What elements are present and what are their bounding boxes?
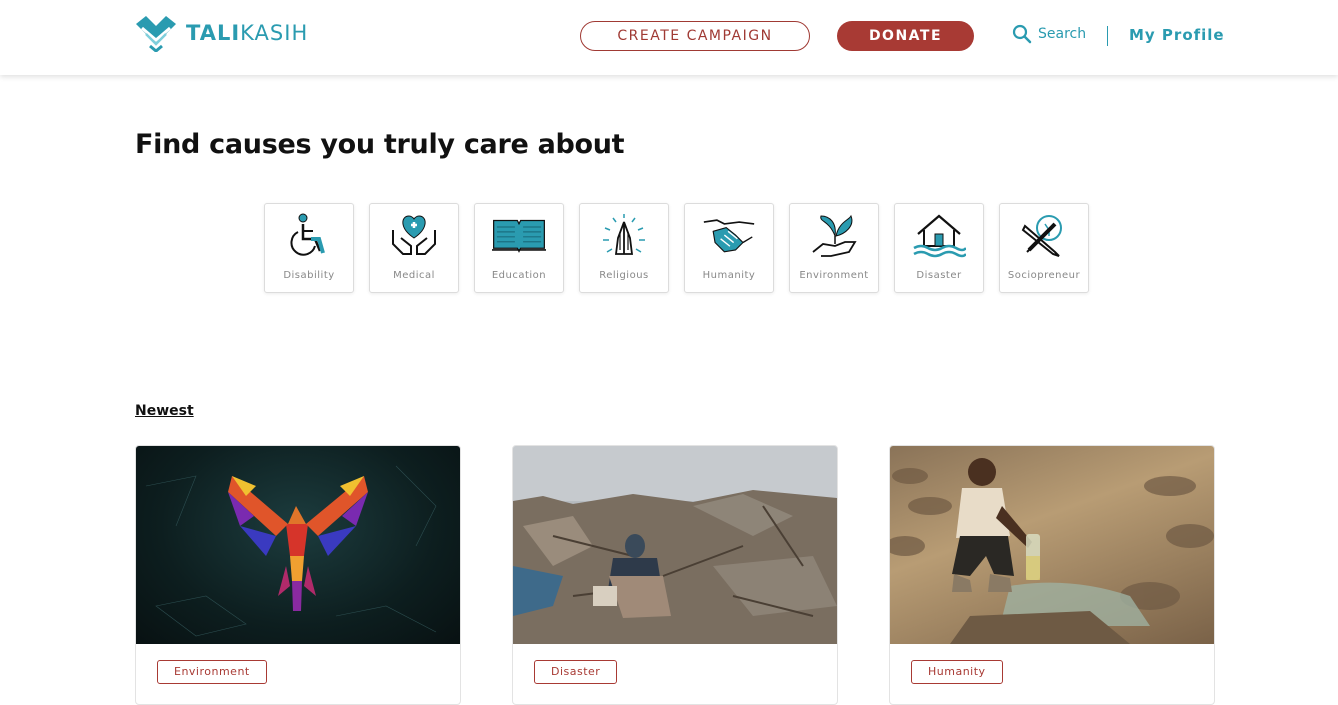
earthquake-rubble-photo — [513, 446, 837, 644]
category-sociopreneur[interactable]: Sociopreneur — [999, 203, 1089, 293]
category-label: Environment — [799, 270, 869, 281]
category-label: Education — [491, 270, 547, 281]
category-label: Sociopreneur — [1007, 270, 1081, 281]
open-book-icon — [492, 219, 546, 253]
nav-divider — [1107, 26, 1108, 46]
flooded-house-icon — [913, 214, 966, 258]
create-campaign-button[interactable]: CREATE CAMPAIGN — [580, 21, 810, 51]
parrot-artwork-image — [145, 465, 437, 637]
plant-hand-icon — [812, 214, 857, 257]
campaign-image-parrot — [136, 446, 460, 644]
pencil-bulb-icon — [1021, 215, 1062, 257]
category-disability[interactable]: Disability — [264, 203, 354, 293]
heart-hands-icon — [392, 215, 436, 255]
campaign-image-disaster — [513, 446, 837, 644]
category-list: Disability Medical Education Religious H… — [264, 203, 1089, 293]
campaign-category-tag: Environment — [157, 660, 267, 684]
search-link[interactable]: Search — [1012, 24, 1086, 44]
category-education[interactable]: Education — [474, 203, 564, 293]
campaign-category-tag: Humanity — [911, 660, 1003, 684]
newest-section-link[interactable]: Newest — [135, 403, 194, 419]
category-label: Medical — [393, 270, 435, 281]
campaign-card[interactable]: Environment — [135, 445, 461, 705]
category-religious[interactable]: Religious — [579, 203, 669, 293]
donate-button[interactable]: DONATE — [837, 21, 974, 51]
category-medical[interactable]: Medical — [369, 203, 459, 293]
talikasih-logo[interactable]: TALIKASIH — [134, 14, 308, 52]
category-label: Disaster — [916, 270, 962, 281]
campaign-card[interactable]: Humanity — [889, 445, 1215, 705]
category-environment[interactable]: Environment — [789, 203, 879, 293]
child-water-photo — [890, 458, 1214, 644]
category-humanity[interactable]: Humanity — [684, 203, 774, 293]
category-label: Humanity — [702, 270, 756, 281]
logo-wordmark: TALIKASIH — [186, 21, 309, 45]
category-label: Religious — [599, 270, 649, 281]
search-label: Search — [1038, 26, 1087, 42]
campaign-card-list: Environment Disaster Humanity — [135, 445, 1215, 705]
campaign-card[interactable]: Disaster — [512, 445, 838, 705]
handshake-icon — [703, 219, 755, 253]
my-profile-link[interactable]: My Profile — [1129, 26, 1225, 44]
logo-icon — [136, 16, 176, 52]
campaign-image-humanity — [890, 446, 1214, 644]
category-label: Disability — [283, 270, 335, 281]
top-navbar: TALIKASIH CREATE CAMPAIGN DONATE Search … — [0, 0, 1338, 75]
campaign-category-tag: Disaster — [534, 660, 618, 684]
search-icon — [1012, 24, 1032, 44]
category-disaster[interactable]: Disaster — [894, 203, 984, 293]
page-title: Find causes you truly care about — [135, 129, 625, 160]
praying-hands-icon — [603, 214, 645, 255]
wheelchair-icon — [290, 213, 325, 256]
